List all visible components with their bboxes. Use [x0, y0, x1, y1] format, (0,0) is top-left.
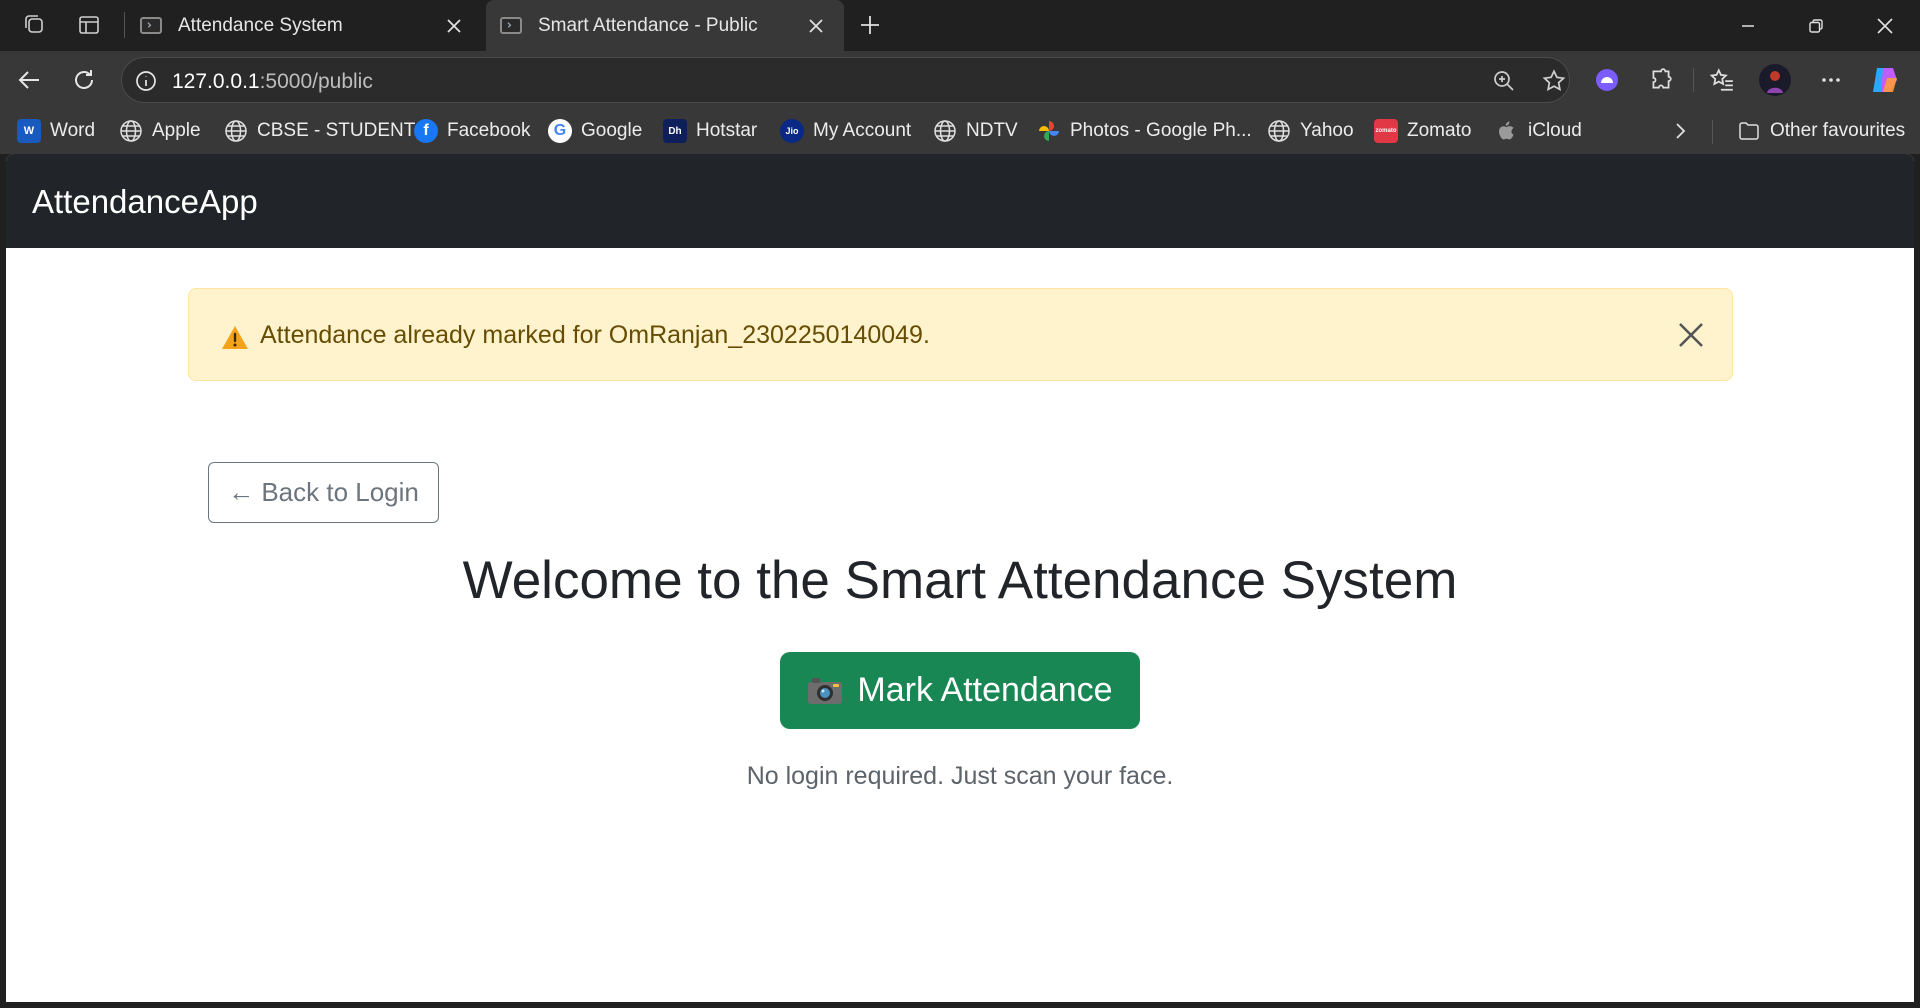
mark-attendance-label: Mark Attendance [857, 671, 1113, 709]
hotstar-icon: Dh [663, 119, 687, 143]
address-bar[interactable]: 127.0.0.1:5000/public [121, 57, 1570, 103]
facebook-icon: f [414, 119, 438, 143]
zomato-icon: zomato [1374, 119, 1398, 143]
google-photos-icon [1039, 121, 1059, 141]
helper-text: No login required. Just scan your face. [746, 762, 1174, 790]
globe-icon [934, 120, 956, 142]
bookmark-label: Google [581, 120, 643, 141]
bookmarks-more-chevron-icon[interactable] [1670, 117, 1690, 145]
bookmark-google[interactable]: G Google [548, 117, 642, 145]
bookmark-yahoo[interactable]: Yahoo [1267, 117, 1354, 145]
warning-icon [222, 326, 248, 349]
minimize-icon[interactable] [1713, 0, 1783, 51]
globe-icon [225, 120, 247, 142]
alert-close-icon[interactable] [1677, 321, 1705, 349]
toolbar-divider [1693, 68, 1694, 92]
bookmark-ndtv[interactable]: NDTV [933, 117, 1018, 145]
bookmark-label: Word [50, 120, 96, 141]
bookmark-zomato[interactable]: zomato Zomato [1374, 117, 1471, 145]
bookmarks-bar: W Word Apple CBSE - STUDENT f Facebook G… [0, 109, 1920, 154]
tab-close-icon[interactable] [806, 16, 826, 36]
site-info-icon[interactable] [134, 69, 158, 93]
globe-icon [1268, 120, 1290, 142]
copilot-icon[interactable] [1868, 63, 1902, 97]
app-brand[interactable]: AttendanceApp [32, 183, 258, 221]
apple-icon [1499, 121, 1514, 140]
alert-message: Attendance already marked for OmRanjan_2… [260, 321, 930, 349]
extension-purple-icon[interactable] [1590, 63, 1624, 97]
bookmark-icloud[interactable]: iCloud [1495, 117, 1582, 145]
profile-avatar[interactable] [1758, 63, 1792, 97]
browser-toolbar: 127.0.0.1:5000/public [0, 51, 1920, 109]
google-icon: G [548, 119, 572, 143]
browser-tab-strip: Attendance System Smart Attendance - Pub… [0, 0, 1920, 51]
bookmark-label: Apple [152, 120, 201, 141]
refresh-icon[interactable] [67, 63, 101, 97]
bookmark-cbse-student[interactable]: CBSE - STUDENT [224, 117, 415, 145]
globe-icon [120, 120, 142, 142]
vertical-tabs-icon[interactable] [71, 8, 107, 42]
window-close-icon[interactable] [1850, 0, 1920, 51]
back-arrow-icon[interactable] [13, 63, 47, 97]
favourites-icon[interactable] [1705, 63, 1739, 97]
bookmark-label: NDTV [966, 120, 1018, 141]
folder-icon [1739, 122, 1759, 140]
url-host: 127.0.0.1 [172, 70, 260, 93]
bookmark-label: Photos - Google Ph... [1070, 120, 1252, 141]
bookmark-label: Hotstar [696, 120, 758, 141]
bookmark-label: CBSE - STUDENT [257, 120, 416, 141]
bookmark-label: iCloud [1528, 120, 1582, 141]
other-favourites[interactable]: Other favourites [1737, 117, 1905, 145]
bookmark-label: Yahoo [1300, 120, 1354, 141]
url-path: :5000/public [259, 70, 373, 93]
bookmark-word[interactable]: W Word [17, 117, 95, 145]
new-tab-icon[interactable] [852, 8, 888, 42]
extensions-icon[interactable] [1644, 63, 1678, 97]
page-viewport: AttendanceApp Attendance already marked … [6, 154, 1914, 1002]
word-icon: W [17, 119, 41, 143]
mark-attendance-button[interactable]: Mark Attendance [780, 652, 1140, 729]
bookmark-label: Zomato [1407, 120, 1472, 141]
bookmark-google-photos[interactable]: Photos - Google Ph... [1037, 117, 1252, 145]
app-navbar: AttendanceApp [6, 154, 1914, 248]
tab-title: Smart Attendance - Public [538, 14, 758, 36]
url-text[interactable]: 127.0.0.1:5000/public [172, 70, 373, 94]
zoom-icon[interactable] [1492, 69, 1516, 93]
back-to-login-button[interactable]: ← Back to Login [208, 462, 439, 523]
more-options-icon[interactable] [1814, 63, 1848, 97]
tab-attendance-system[interactable]: Attendance System [126, 0, 482, 51]
tab-divider [124, 12, 125, 38]
bookmark-my-account[interactable]: Jio My Account [780, 117, 911, 145]
terminal-favicon-icon [500, 17, 522, 34]
workspaces-icon[interactable] [17, 8, 53, 42]
page-title: Welcome to the Smart Attendance System [462, 551, 1458, 610]
other-favourites-label: Other favourites [1770, 120, 1906, 141]
bookmarks-divider [1712, 120, 1713, 144]
jio-icon: Jio [780, 119, 804, 143]
tab-close-icon[interactable] [444, 16, 464, 36]
bookmark-facebook[interactable]: f Facebook [414, 117, 530, 145]
bookmark-hotstar[interactable]: Dh Hotstar [663, 117, 757, 145]
tab-smart-attendance-public[interactable]: Smart Attendance - Public [486, 0, 844, 51]
warning-alert: Attendance already marked for OmRanjan_2… [188, 288, 1733, 381]
restore-icon[interactable] [1781, 0, 1851, 51]
camera-icon [807, 676, 843, 706]
bookmark-label: Facebook [447, 120, 531, 141]
bookmark-apple[interactable]: Apple [119, 117, 201, 145]
tab-title: Attendance System [178, 14, 343, 36]
favourite-star-icon[interactable] [1541, 68, 1567, 94]
bookmark-label: My Account [813, 120, 912, 141]
terminal-favicon-icon [140, 17, 162, 34]
